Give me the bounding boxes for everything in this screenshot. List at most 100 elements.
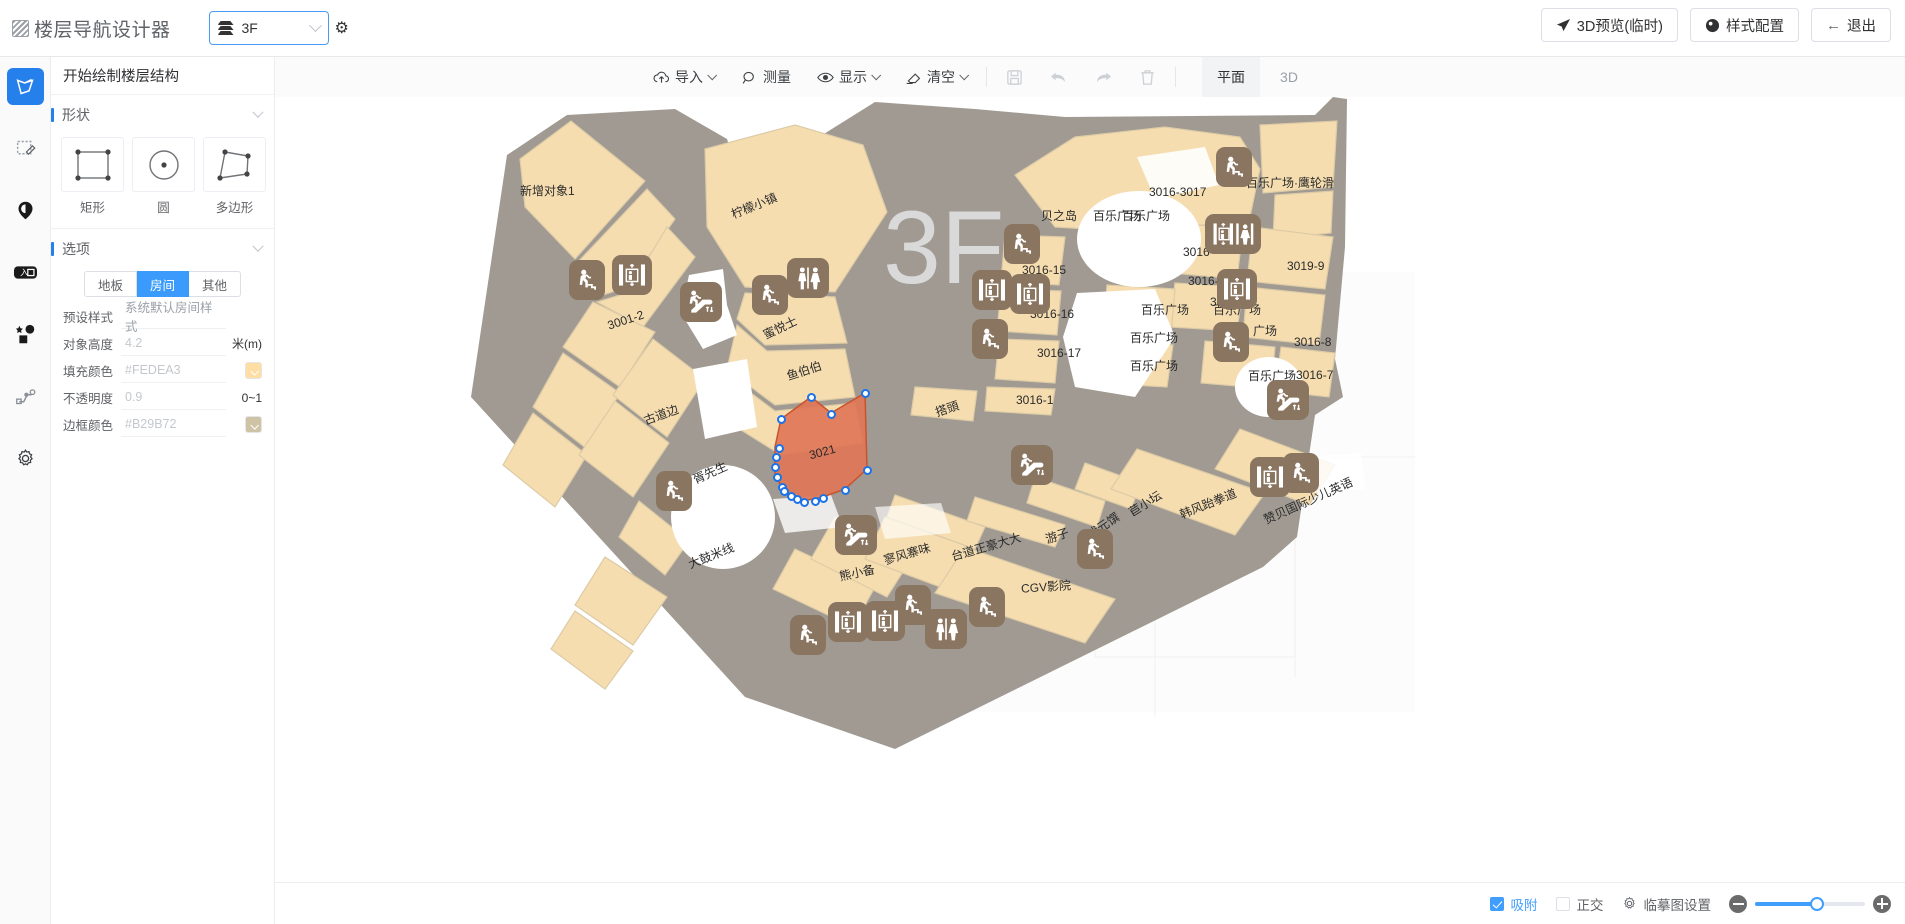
rail-item-settings[interactable] — [7, 440, 44, 477]
tab-plan[interactable]: 平面 — [1202, 57, 1260, 97]
vertex-handle[interactable] — [807, 393, 816, 402]
toolbar-measure[interactable]: 测量 — [728, 57, 804, 97]
vertex-handle[interactable] — [841, 486, 850, 495]
poi-marker-stairs[interactable] — [569, 260, 605, 300]
poi-marker-stairs[interactable] — [1283, 453, 1319, 493]
rail-item-shapes[interactable] — [7, 316, 44, 353]
rail-item-draw[interactable] — [7, 68, 44, 105]
rail-item-poi[interactable] — [7, 192, 44, 229]
floor-settings-gear-icon[interactable]: ⚙ — [335, 18, 349, 38]
vertex-handle[interactable] — [773, 473, 782, 482]
tab-other[interactable]: 其他 — [189, 271, 241, 297]
rail-item-entrance[interactable]: 入 — [7, 254, 44, 291]
tab-floor[interactable]: 地板 — [84, 271, 137, 297]
toolbar-delete[interactable] — [1126, 57, 1169, 97]
options-section-header[interactable]: 选项 — [51, 239, 274, 259]
toolbar-clear[interactable]: 清空 — [892, 57, 980, 97]
chevron-down-icon[interactable] — [309, 19, 322, 32]
poi-marker-stairs[interactable] — [972, 319, 1008, 359]
poi-marker-escalator[interactable] — [1267, 380, 1309, 420]
toolbar-redo[interactable] — [1081, 57, 1126, 97]
chevron-down-icon[interactable] — [252, 107, 263, 118]
toolbar-save[interactable] — [993, 57, 1036, 97]
poi-marker-elevator[interactable] — [1217, 269, 1257, 309]
poi-marker-elevator[interactable] — [1010, 274, 1050, 314]
vertex-handle[interactable] — [863, 466, 872, 475]
exit-label: 退出 — [1847, 15, 1876, 36]
poi-marker-escalator[interactable] — [680, 282, 722, 322]
vertex-handle[interactable] — [819, 494, 828, 503]
border-color-input[interactable]: #B29B72 — [121, 412, 226, 437]
shape-circle[interactable]: 圆 — [132, 137, 195, 216]
floor-map-svg[interactable]: 商铺(Floor) 商铺(Floor) 商铺(Floor) 商铺商铺 — [275, 97, 1905, 924]
vertex-handle[interactable] — [827, 410, 836, 419]
vertex-handle[interactable] — [780, 487, 789, 496]
poi-marker-elevator[interactable] — [865, 601, 905, 641]
zoom-slider[interactable] — [1755, 902, 1865, 906]
poi-marker-elevator[interactable] — [612, 255, 652, 295]
poi-marker-restroom[interactable] — [925, 609, 967, 649]
poi-marker-stairs[interactable] — [656, 471, 692, 511]
zoom-out-icon[interactable] — [1729, 895, 1747, 913]
poi-marker-stairs[interactable] — [1216, 147, 1252, 187]
fill-color-swatch[interactable] — [245, 362, 262, 379]
section-accent-bar — [51, 108, 54, 122]
preset-style-select[interactable]: 系统默认房间样式 — [121, 304, 226, 329]
vertex-handle[interactable] — [777, 415, 786, 424]
poi-marker-stairs[interactable] — [1213, 322, 1249, 362]
toolbar-display[interactable]: 显示 — [804, 57, 892, 97]
poi-marker-stairs[interactable] — [752, 275, 788, 315]
chevron-down-icon[interactable] — [252, 241, 263, 252]
style-config-button[interactable]: 样式配置 — [1690, 8, 1799, 42]
rail-item-path[interactable] — [7, 378, 44, 415]
view-tabs: 平面 3D — [1202, 57, 1318, 97]
poi-marker-escalator[interactable] — [1011, 445, 1053, 485]
vertex-handle[interactable] — [793, 495, 802, 504]
trace-settings-button[interactable]: 临摹图设置 — [1622, 894, 1712, 914]
shape-section-title: 形状 — [62, 105, 90, 125]
fill-color-input[interactable]: #FEDEA3 — [121, 358, 226, 383]
toolbar-undo[interactable] — [1036, 57, 1081, 97]
poi-marker-stairs[interactable] — [790, 615, 826, 655]
border-color-swatch[interactable] — [245, 416, 262, 433]
snap-label: 吸附 — [1511, 894, 1538, 914]
poi-marker-stairs[interactable] — [1077, 529, 1113, 569]
poi-marker-elevator[interactable] — [828, 602, 868, 642]
layers-logo-icon — [12, 20, 29, 37]
toolbar-import[interactable]: 导入 — [640, 57, 728, 97]
snap-checkbox[interactable]: 吸附 — [1490, 894, 1538, 914]
zoom-slider-knob[interactable] — [1810, 897, 1824, 911]
poi-marker-elevator-restroom[interactable] — [1205, 214, 1261, 254]
tab-room[interactable]: 房间 — [137, 271, 189, 297]
ortho-checkbox[interactable]: 正交 — [1556, 894, 1604, 914]
app-header: 楼层导航设计器 3F ⚙ 3D预览(临时) 样式配置 ← 退出 — [0, 0, 1905, 57]
poi-marker-escalator[interactable] — [835, 515, 877, 555]
map-room-label: 百乐广场 — [1130, 357, 1178, 374]
vertex-handle[interactable] — [861, 389, 870, 398]
shape-polygon-label: 多边形 — [203, 197, 266, 216]
poi-marker-restroom[interactable] — [787, 258, 829, 298]
preview-3d-button[interactable]: 3D预览(临时) — [1541, 8, 1678, 42]
exit-button[interactable]: ← 退出 — [1811, 8, 1891, 42]
shape-polygon[interactable]: 多边形 — [203, 137, 266, 216]
floor-map[interactable]: 商铺(Floor) 商铺(Floor) 商铺(Floor) 商铺商铺 — [275, 97, 1905, 924]
tab-3d[interactable]: 3D — [1260, 57, 1318, 97]
vertex-handle[interactable] — [772, 453, 781, 462]
shape-rect[interactable]: 矩形 — [61, 137, 124, 216]
poi-marker-stairs[interactable] — [969, 587, 1005, 627]
section-accent-bar — [51, 242, 54, 256]
poi-marker-stairs[interactable] — [1004, 224, 1040, 264]
floor-selector[interactable]: 3F — [209, 11, 329, 45]
object-height-input[interactable]: 4.2 — [121, 331, 226, 356]
poi-marker-elevator[interactable] — [972, 270, 1012, 310]
floor-selector-value: 3F — [242, 20, 303, 36]
vertex-handle[interactable] — [811, 497, 820, 506]
shape-section-header[interactable]: 形状 — [51, 105, 274, 125]
vertex-handle[interactable] — [771, 463, 780, 472]
rail-item-region[interactable] — [7, 130, 44, 167]
dashed-rect-edit-icon — [15, 138, 36, 159]
opacity-input[interactable]: 0.9 — [121, 385, 226, 410]
circle-shape-icon — [143, 147, 185, 183]
vertex-handle[interactable] — [775, 444, 784, 453]
zoom-in-icon[interactable] — [1873, 895, 1891, 913]
